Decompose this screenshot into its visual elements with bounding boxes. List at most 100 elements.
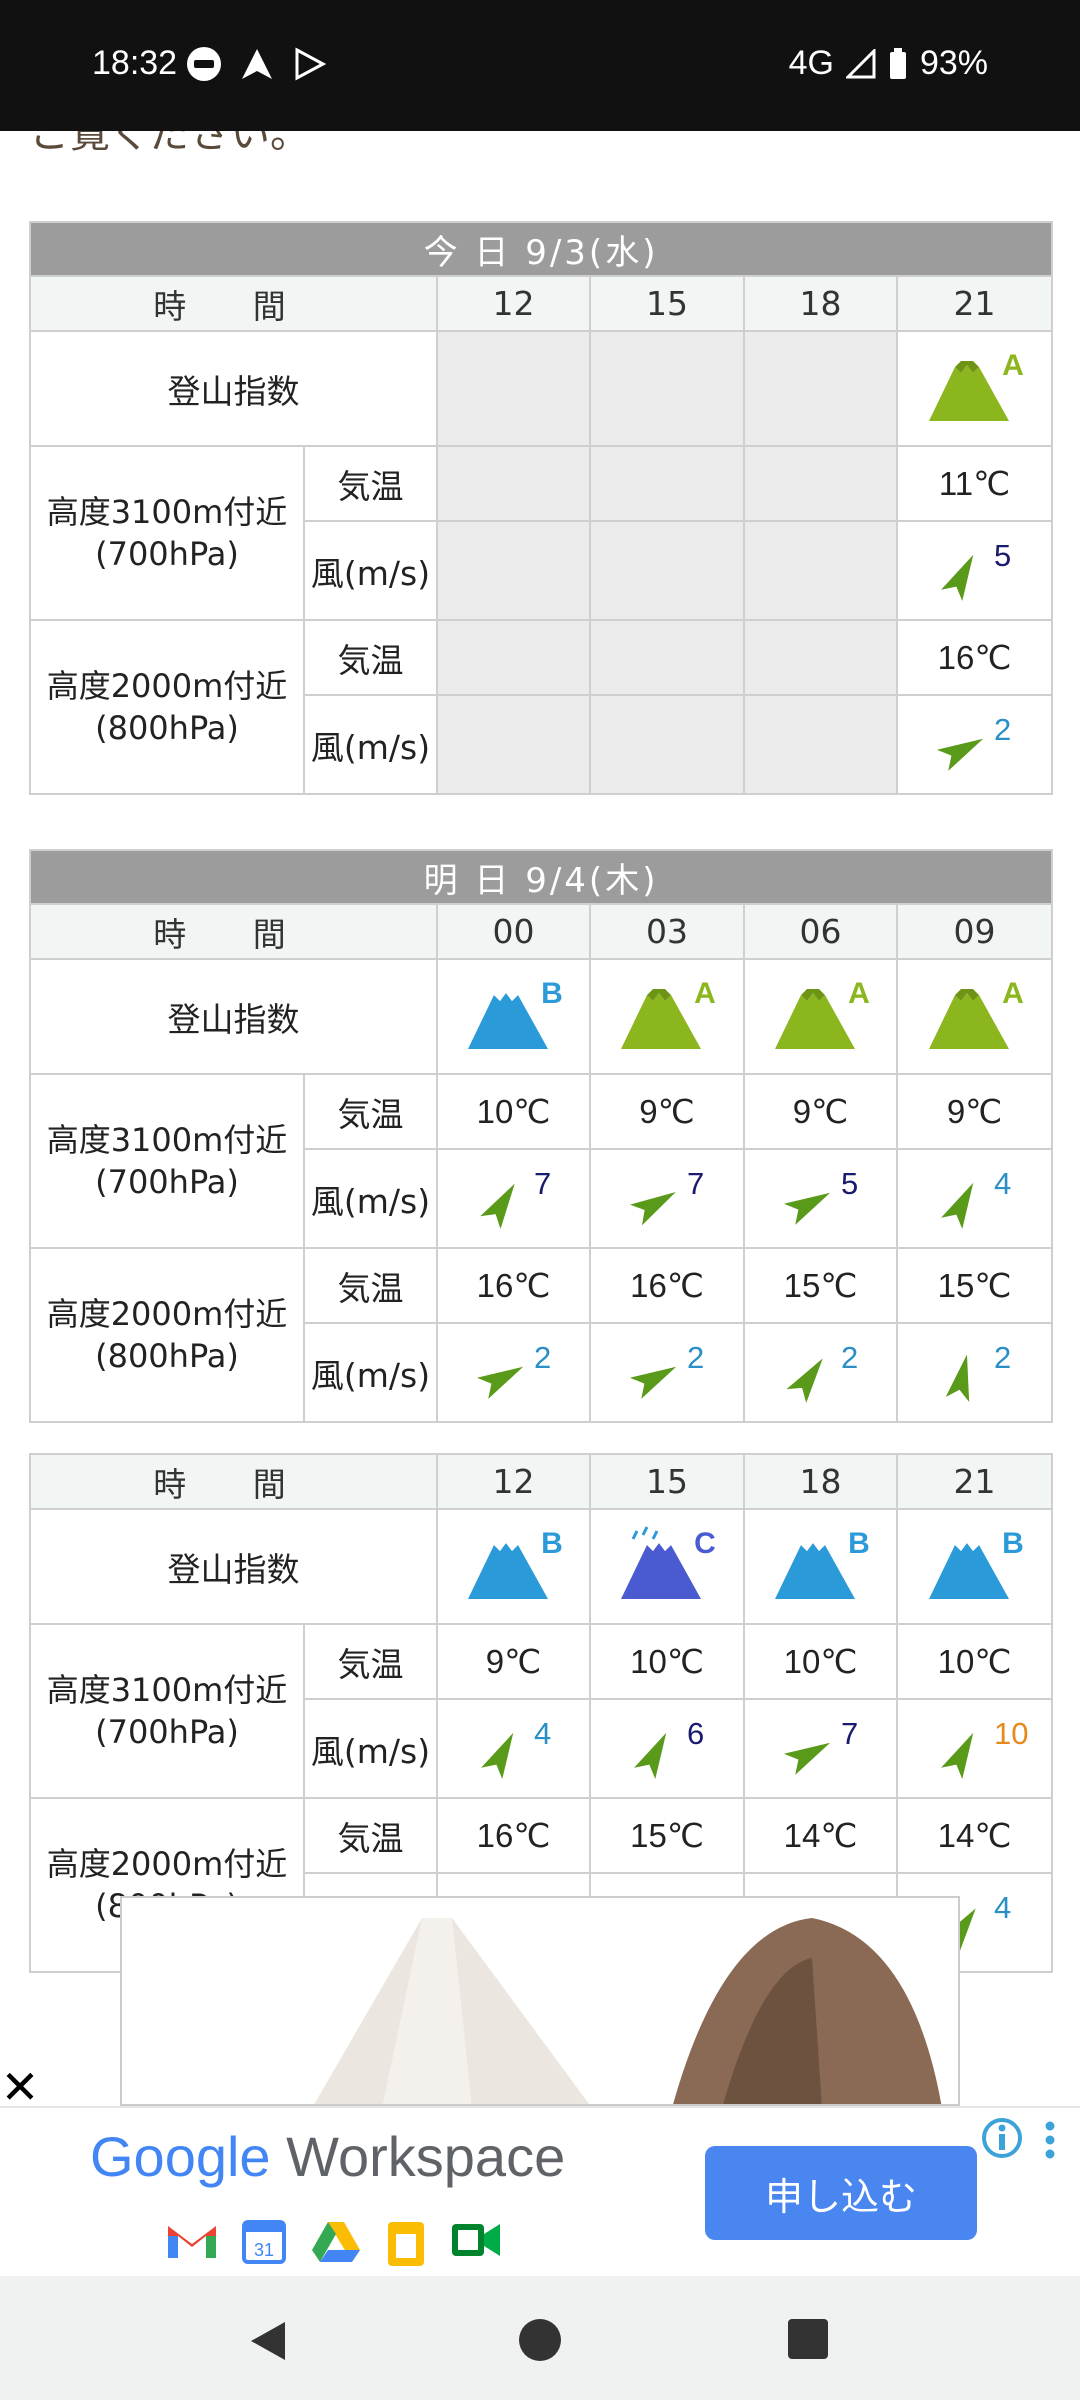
altitude-label: 高度3100m付近 (700hPa) [29,1623,305,1799]
wind-direction-arrow-icon [786,1358,823,1403]
pressure-level: (800hPa) [95,709,239,747]
wind-cell: 2 [895,694,1054,795]
wind-speed: 2 [994,712,1012,747]
home-icon[interactable] [516,2318,564,2366]
empty-cell [589,694,745,795]
pressure-level: (700hPa) [95,535,239,573]
empty-cell [436,520,591,621]
wind-cell: 2 [895,1322,1054,1423]
temp-cell: 11℃ [895,445,1054,522]
wind-speed: 2 [841,1340,859,1375]
network-type: 4G [788,44,834,82]
wind-speed: 2 [687,1340,705,1375]
wind-cell: 6 [589,1698,745,1799]
apply-button[interactable]: 申し込む [705,2146,977,2240]
temp-cell: 9℃ [436,1623,591,1700]
mountain-grade-b-icon: B [928,1527,1024,1599]
back-icon[interactable] [245,2318,291,2364]
grade-letter: B [1002,1527,1024,1560]
docs-icon [388,2222,424,2266]
time-cell: 15 [589,1453,745,1510]
pressure-level: (800hPa) [95,1337,239,1375]
ad-info-icon[interactable] [980,2116,1024,2160]
mountain-grade-a-icon: A [928,349,1023,421]
workspace-apps: 31 [166,2220,502,2268]
ad-image-tents[interactable] [120,1896,960,2106]
wind-cell: 2 [436,1322,591,1423]
altitude-label: 高度3100m付近 (700hPa) [29,1073,305,1249]
mountain-grade-a-icon: A [774,977,869,1049]
tent-image [314,1918,942,2104]
forecast-table-today: 今 日 9/3(水) 時 間 12 15 18 21 登山指数 A 高度3100… [28,221,1054,795]
altitude-label: 高度2000m付近 (800hPa) [29,619,305,795]
altitude-name: 高度2000m付近 [46,667,288,705]
time-cell: 00 [436,903,591,960]
index-cell: B [436,958,591,1075]
wind-direction-arrow-icon [941,1732,974,1780]
play-store-icon [295,47,326,81]
altitude-name: 高度3100m付近 [46,1671,288,1709]
wind-speed: 7 [534,1166,552,1201]
battery-percent: 93% [919,44,988,82]
pressure-level: (700hPa) [95,1713,239,1751]
mountain-grade-b-icon: B [774,1527,869,1599]
wind-direction-arrow-icon [480,1183,515,1230]
wind-direction-arrow-icon [629,1366,677,1399]
wind-label: 風(m/s) [303,1698,438,1799]
grade-letter: C [694,1527,716,1560]
altitude-label: 高度2000m付近 (800hPa) [29,1247,305,1423]
climb-index-label: 登山指数 [29,330,438,447]
calendar-day: 31 [254,2240,274,2260]
mountain-grade-a-icon: A [621,977,716,1049]
temp-cell: 16℃ [436,1247,591,1324]
temp-label: 気温 [303,1073,438,1150]
wind-label: 風(m/s) [303,1322,438,1423]
climb-index-label: 登山指数 [29,958,438,1075]
gmail-icon [168,2226,216,2258]
mountain-grade-a-icon: A [928,977,1024,1049]
temp-cell: 10℃ [436,1073,591,1150]
status-time: 18:32 [92,44,178,82]
google-wordmark: Google [90,2125,271,2188]
temp-cell: 9℃ [743,1073,898,1150]
temp-label: 気温 [303,619,438,696]
wind-speed: 7 [841,1716,859,1751]
temp-cell: 14℃ [743,1797,898,1874]
altitude-label: 高度3100m付近 (700hPa) [29,445,305,621]
grade-letter: A [694,977,716,1010]
altitude-name: 高度2000m付近 [46,1845,288,1883]
index-cell: A [895,958,1054,1075]
rain-icon [631,1525,659,1540]
recents-icon[interactable] [787,2318,829,2360]
temp-label: 気温 [303,1797,438,1874]
index-cell: B [743,1508,898,1625]
wind-direction-arrow-icon [476,1366,524,1399]
grade-letter: A [1002,977,1024,1010]
ad-more-options-icon[interactable] [1040,2118,1060,2162]
time-label: 時 間 [29,903,438,960]
temp-cell: 15℃ [895,1247,1054,1324]
wind-direction-arrow-icon [945,1354,970,1403]
index-cell-empty [743,330,898,447]
calendar-icon: 31 [242,2220,286,2264]
temp-cell: 16℃ [895,619,1054,696]
temp-cell: 16℃ [436,1797,591,1874]
index-cell: A [895,330,1054,447]
wind-cell: 7 [436,1148,591,1249]
temp-cell: 10℃ [743,1623,898,1700]
empty-cell [743,694,898,795]
empty-cell [743,619,898,696]
day-header: 今 日 9/3(水) [28,221,1054,277]
wind-speed: 10 [994,1716,1029,1751]
pressure-level: (700hPa) [95,1163,239,1201]
wind-cell: 7 [589,1148,745,1249]
forecast-table-tomorrow-am: 明 日 9/4(木) 時 間 00 03 06 09 登山指数 B A A A … [28,849,1054,1423]
mountain-grade-c-icon: C [621,1525,716,1599]
wind-speed: 6 [687,1716,705,1751]
ad-banner[interactable]: Google Workspace 31 申し込む [0,2106,1080,2276]
empty-cell [743,445,898,522]
altitude-name: 高度2000m付近 [46,1295,288,1333]
mountain-grade-b-icon: B [467,1527,562,1599]
line-app-icon [187,47,221,81]
empty-cell [589,520,745,621]
